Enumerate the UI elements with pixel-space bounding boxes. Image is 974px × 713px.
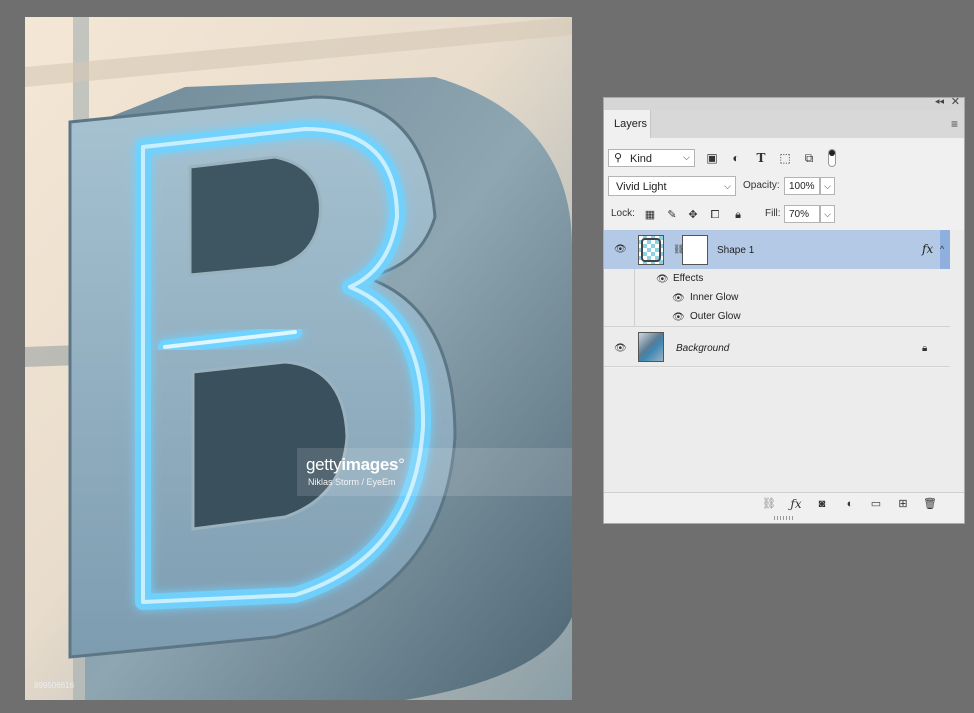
effect-outer-glow[interactable]: Outer Glow: [690, 311, 741, 322]
neon-b-photo: [25, 17, 572, 700]
blend-mode-select[interactable]: Vivid Light ⌵: [608, 176, 736, 196]
watermark-logo: gettyimages°: [306, 455, 405, 474]
shape-filter-icon[interactable]: ⬚: [777, 150, 793, 166]
chevron-up-icon[interactable]: ^: [940, 244, 944, 254]
layer-lock-icon: 🔒︎: [922, 343, 928, 354]
lock-image-pixels-icon[interactable]: ✎: [665, 208, 679, 222]
type-filter-icon[interactable]: T: [753, 150, 769, 166]
effect-inner-glow[interactable]: Inner Glow: [690, 292, 738, 303]
shape-layer-thumbnail[interactable]: [638, 235, 664, 265]
filter-toggle[interactable]: [828, 149, 836, 167]
fx-icon[interactable]: ƒx: [788, 496, 804, 512]
filter-kind-label: Kind: [630, 153, 653, 165]
resize-grip[interactable]: [774, 516, 794, 520]
opacity-label: Opacity:: [743, 180, 780, 191]
layers-empty-area[interactable]: [604, 368, 950, 492]
adjustment-layer-icon[interactable]: ◐: [842, 496, 858, 512]
inner-glow-eye-icon[interactable]: 👁︎: [672, 293, 685, 304]
layers-scrollbar[interactable]: [950, 230, 964, 492]
blend-mode-value: Vivid Light: [616, 181, 667, 193]
opacity-dropdown[interactable]: ⌵: [820, 177, 835, 195]
opacity-field[interactable]: 100%: [784, 177, 820, 195]
vector-mask-thumbnail[interactable]: [682, 235, 708, 265]
search-icon: ⚲: [614, 152, 623, 164]
add-mask-icon[interactable]: ◙: [814, 496, 830, 512]
fill-label: Fill:: [765, 208, 781, 219]
close-panel-icon[interactable]: ✕: [951, 95, 960, 108]
lock-position-icon[interactable]: ✥: [686, 208, 700, 222]
lock-transparent-pixels-icon[interactable]: ▦: [643, 208, 657, 222]
chevron-down-icon: ⌵: [724, 181, 731, 191]
fill-dropdown[interactable]: ⌵: [820, 205, 835, 223]
document-canvas[interactable]: gettyimages° Niklas Storm / EyeEm 899506…: [25, 17, 572, 700]
background-thumbnail[interactable]: [638, 332, 664, 362]
tab-layers[interactable]: Layers: [604, 110, 651, 138]
lock-label: Lock:: [611, 208, 635, 219]
new-layer-icon[interactable]: ⊞: [895, 496, 911, 512]
collapse-panel-icon[interactable]: ◂◂: [935, 96, 944, 107]
fill-field[interactable]: 70%: [784, 205, 820, 223]
watermark-credit: Niklas Storm / EyeEm: [308, 477, 396, 487]
panel-titlebar[interactable]: ◂◂ ✕: [604, 95, 964, 110]
opacity-value: 100%: [789, 181, 815, 192]
fill-value: 70%: [789, 209, 810, 220]
layer-name-background[interactable]: Background: [676, 343, 729, 354]
image-filter-icon[interactable]: ▣: [704, 150, 720, 166]
adjustment-filter-icon[interactable]: ◐: [728, 150, 744, 166]
fx-icon[interactable]: fx: [922, 242, 933, 256]
link-layers-icon[interactable]: ⛓︎: [761, 496, 777, 512]
lock-artboard-icon[interactable]: ⧠: [708, 208, 722, 222]
panel-menu-icon[interactable]: ≡: [951, 117, 958, 131]
delete-icon[interactable]: 🗑︎: [922, 496, 938, 512]
filter-kind-select[interactable]: ⚲ Kind ⌵: [608, 149, 695, 167]
outer-glow-eye-icon[interactable]: 👁︎: [672, 312, 685, 323]
panel-tab-row: Layers ≡: [604, 110, 964, 138]
image-id: 899506616: [34, 681, 75, 690]
effects-eye-icon[interactable]: 👁︎: [656, 274, 669, 285]
effects-label: Effects: [673, 273, 704, 284]
tab-layers-label: Layers: [614, 118, 648, 130]
smart-object-filter-icon[interactable]: ⧉: [801, 150, 817, 166]
visibility-eye-icon[interactable]: 👁︎: [614, 343, 627, 354]
visibility-eye-icon[interactable]: 👁︎: [614, 244, 627, 255]
lock-all-icon[interactable]: 🔒︎: [731, 208, 745, 222]
new-group-icon[interactable]: ▭: [868, 496, 884, 512]
layer-name-shape-1[interactable]: Shape 1: [717, 245, 754, 256]
layers-panel: ◂◂ ✕ Layers ≡ ⚲ Kind ⌵ ▣ ◐ T ⬚ ⧉ Vivid L…: [603, 95, 965, 524]
chevron-down-icon: ⌵: [683, 152, 690, 162]
layers-bottom-toolbar: ⛓︎ ƒx ◙ ◐ ▭ ⊞ 🗑︎: [604, 492, 964, 515]
